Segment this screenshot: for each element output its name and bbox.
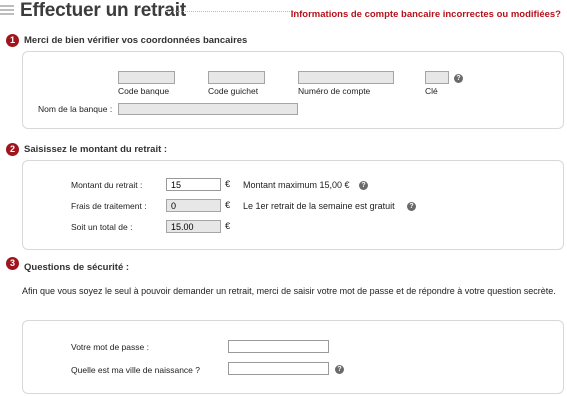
section2-title: Saisissez le montant du retrait : <box>24 144 168 155</box>
step-number-2: 2 <box>6 143 19 156</box>
frais-currency: € <box>225 200 231 211</box>
section3-title: Questions de sécurité : <box>24 262 130 273</box>
step-number-1: 1 <box>6 34 19 47</box>
page-title: Effectuer un retrait <box>20 0 186 21</box>
nom-banque-input[interactable] <box>118 103 298 115</box>
password-input[interactable] <box>228 340 329 353</box>
header-decoration <box>0 5 14 19</box>
code-banque-label: Code banque <box>118 86 170 96</box>
frais-info: Le 1er retrait de la semaine est gratuit <box>243 201 395 211</box>
numero-compte-input[interactable] <box>298 71 394 84</box>
code-guichet-input[interactable] <box>208 71 265 84</box>
frais-input <box>166 199 221 212</box>
montant-currency: € <box>225 179 231 190</box>
header-rule <box>166 11 296 12</box>
total-label: Soit un total de : <box>71 222 133 232</box>
bank-details-box <box>22 51 564 129</box>
numero-compte-label: Numéro de compte <box>298 86 371 96</box>
bank-info-incorrect-link[interactable]: Informations de compte bancaire incorrec… <box>291 9 561 20</box>
password-label: Votre mot de passe : <box>71 342 149 352</box>
cle-label: Clé <box>425 86 438 96</box>
montant-info: Montant maximum 15,00 € <box>243 180 350 190</box>
total-currency: € <box>225 221 231 232</box>
question-mark-icon[interactable]: ? <box>407 202 416 211</box>
secret-answer-input[interactable] <box>228 362 329 375</box>
code-banque-input[interactable] <box>118 71 175 84</box>
montant-input[interactable] <box>166 178 221 191</box>
question-mark-icon[interactable]: ? <box>359 181 368 190</box>
frais-label: Frais de traitement : <box>71 201 147 211</box>
question-mark-icon[interactable]: ? <box>335 365 344 374</box>
security-box <box>22 320 564 394</box>
nom-banque-label: Nom de la banque : <box>38 104 113 114</box>
question-mark-icon[interactable]: ? <box>454 74 463 83</box>
section1-title: Merci de bien vérifier vos coordonnées b… <box>24 35 248 46</box>
montant-label: Montant du retrait : <box>71 180 143 190</box>
code-guichet-label: Code guichet <box>208 86 259 96</box>
question-label: Quelle est ma ville de naissance ? <box>71 365 200 375</box>
total-input <box>166 220 221 233</box>
security-intro-text: Afin que vous soyez le seul à pouvoir de… <box>22 286 556 296</box>
cle-input[interactable] <box>425 71 449 84</box>
step-number-3: 3 <box>6 257 19 270</box>
